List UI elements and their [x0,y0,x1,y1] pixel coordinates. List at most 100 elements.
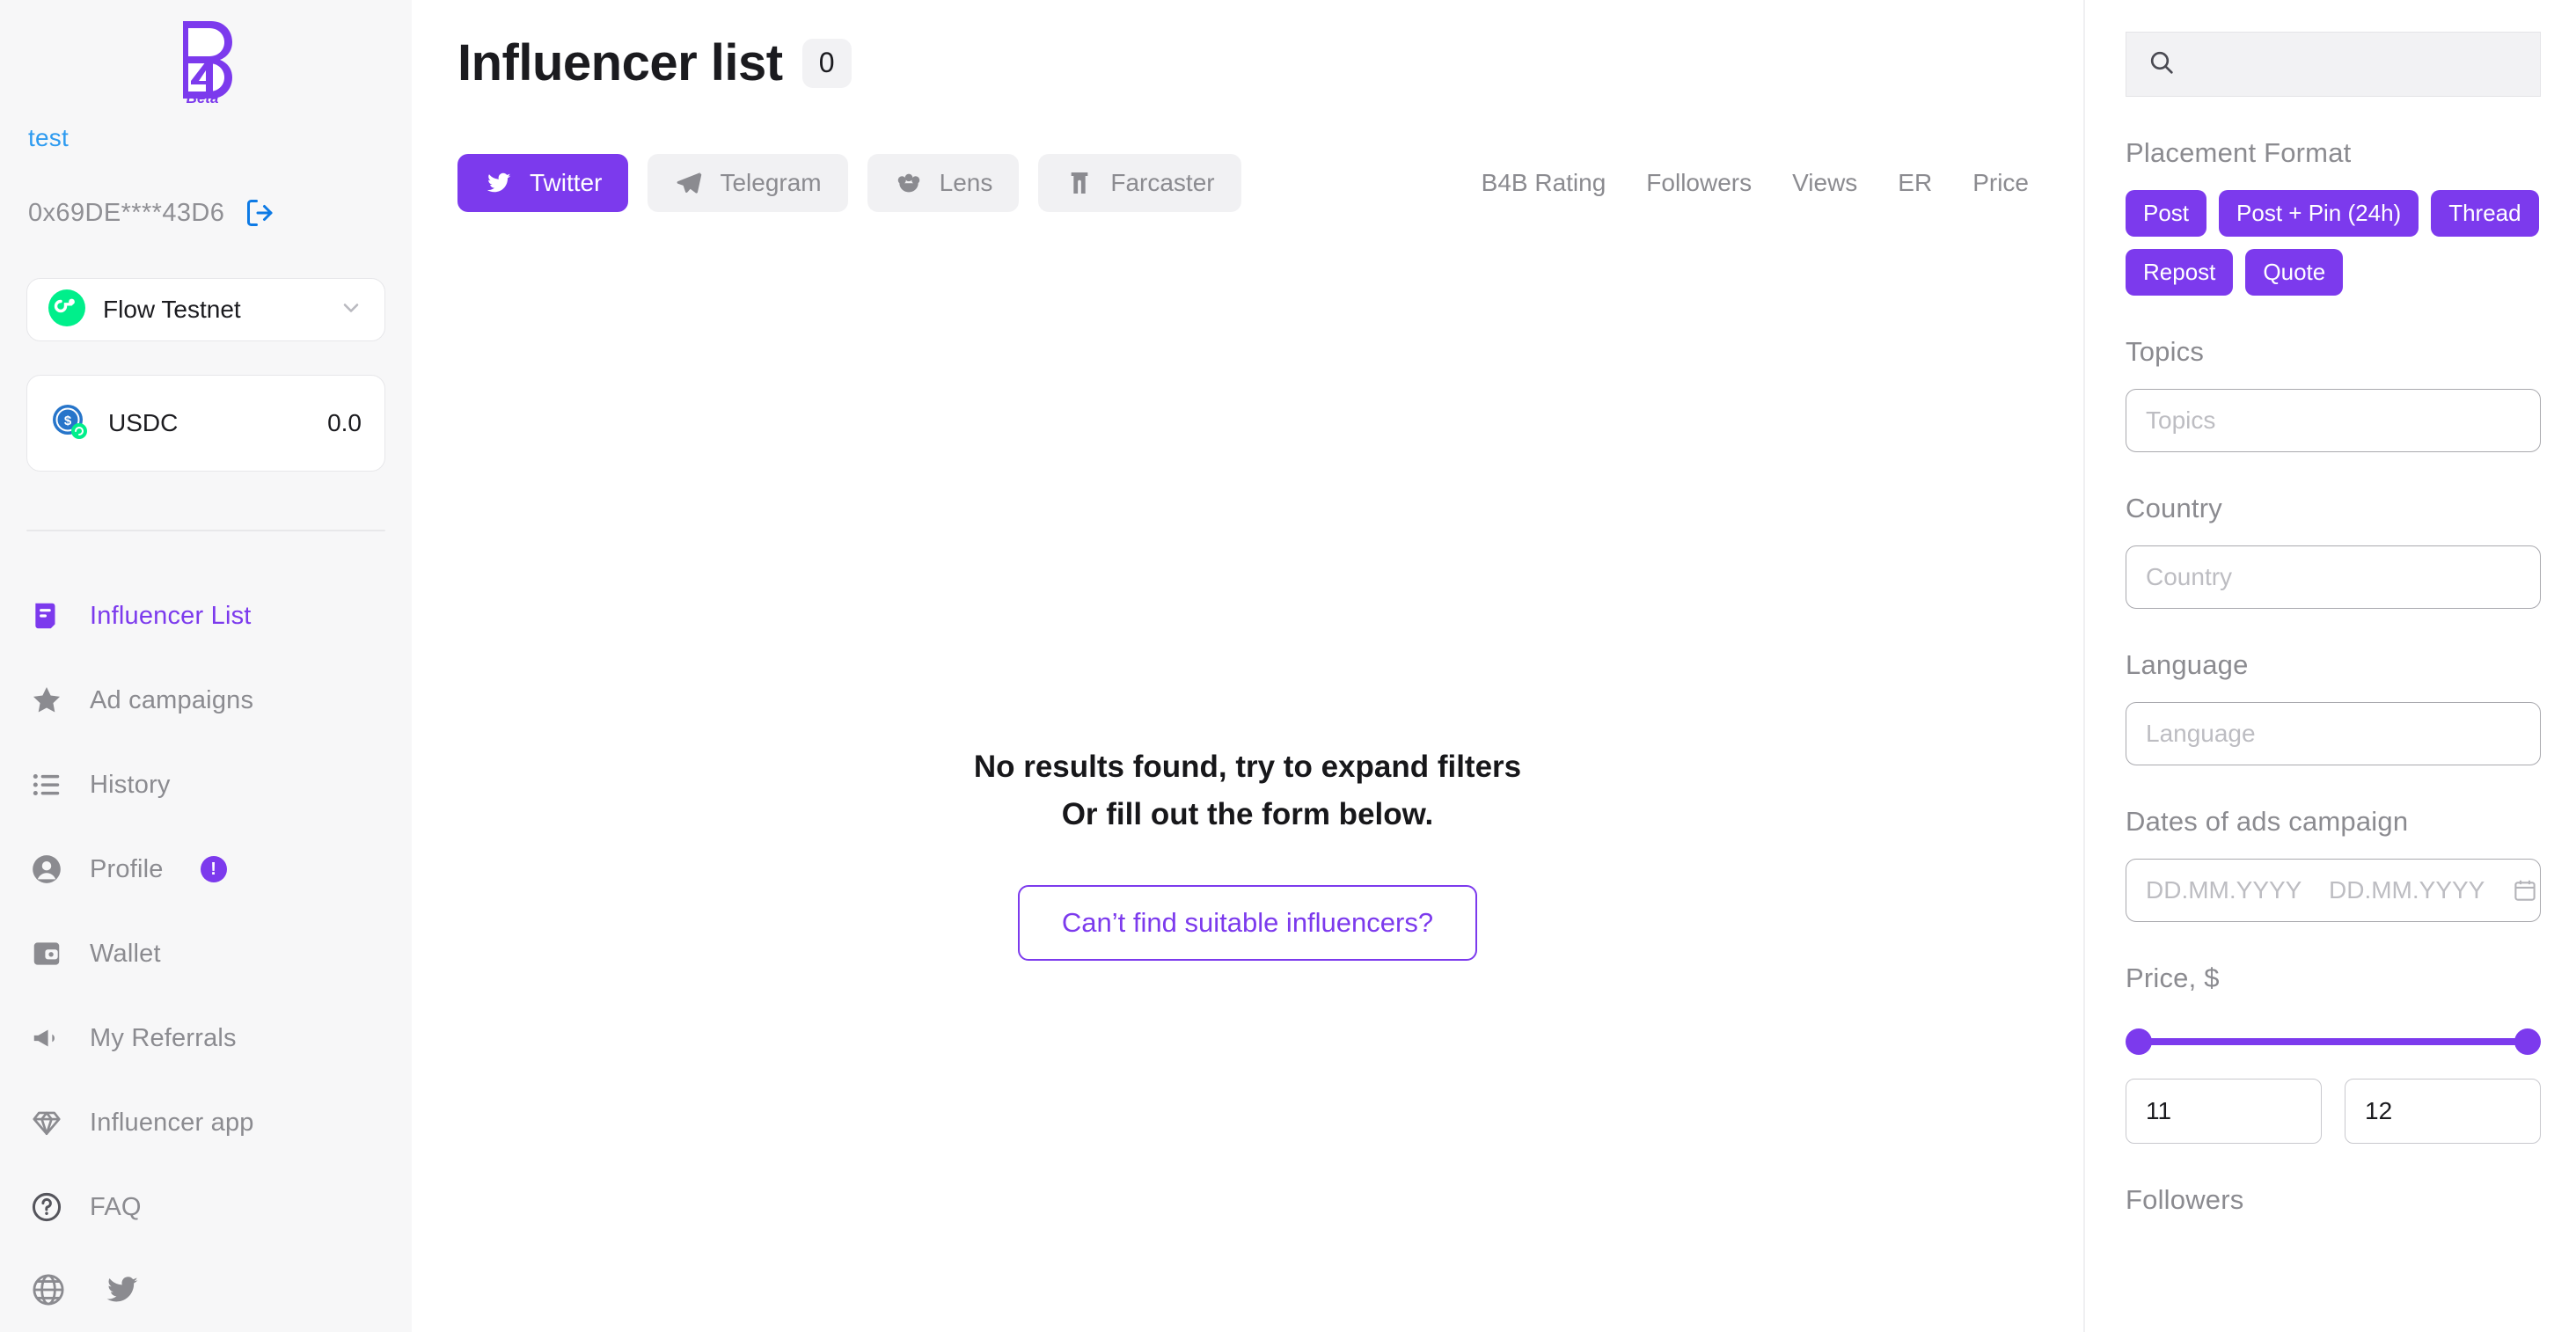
network-name: Flow Testnet [103,296,241,323]
list-bullets-icon [28,766,65,803]
sidebar-nav: Influencer List Ad campaigns History Pro… [26,574,385,1309]
twitter-bird-icon [484,168,514,198]
usdc-token-icon: $ [50,402,89,445]
sidebar-item-label: Profile [90,854,164,883]
sort-followers[interactable]: Followers [1646,169,1752,197]
sidebar-item-label: Wallet [90,939,161,968]
sidebar-item-label: Influencer app [90,1108,254,1137]
token-symbol: USDC [108,409,179,436]
sidebar-item-influencer-list[interactable]: Influencer List [26,574,385,658]
sidebar-item-wallet[interactable]: Wallet [26,911,385,996]
placement-format-label: Placement Format [2126,137,2352,168]
lens-flower-icon [894,168,924,198]
account-username[interactable]: test [28,124,385,152]
sort-b4b-rating[interactable]: B4B Rating [1482,169,1606,197]
search-input[interactable] [2192,50,2519,78]
placement-format-chips: Post Post + Pin (24h) Thread Repost Quot… [2126,190,2541,296]
topics-input[interactable] [2146,406,2521,435]
page-title: Influencer list [457,34,783,91]
diamond-icon [28,1104,65,1141]
wallet-address: 0x69DE****43D6 [28,198,225,227]
chip-repost[interactable]: Repost [2126,249,2234,296]
followers-label: Followers [2126,1184,2244,1215]
chip-quote[interactable]: Quote [2245,249,2344,296]
question-circle-icon [28,1189,65,1226]
calendar-icon[interactable] [2512,877,2538,904]
tab-lens[interactable]: Lens [867,154,1020,212]
tab-label: Lens [939,169,993,196]
price-max-field[interactable] [2345,1079,2541,1144]
price-range-slider[interactable] [2126,1015,2541,1065]
tab-telegram[interactable]: Telegram [648,154,848,212]
cant-find-influencers-button[interactable]: Can’t find suitable influencers? [1017,884,1478,961]
price-min-input[interactable] [2146,1097,2302,1125]
country-input[interactable] [2146,563,2521,591]
token-balance: 0.0 [327,409,362,436]
sidebar-item-label: History [90,770,171,799]
chip-post-pin-24h[interactable]: Post + Pin (24h) [2219,190,2419,237]
country-label: Country [2126,493,2222,523]
flow-logo-icon [48,289,85,331]
sidebar-item-label: Influencer List [90,601,252,630]
twitter-bird-icon[interactable] [104,1270,141,1309]
app-root: Beta test 0x69DE****43D6 Flow Testnet $ … [0,0,2576,1332]
tab-label: Telegram [720,169,822,196]
language-field[interactable] [2126,702,2541,765]
empty-state-line-1: No results found, try to expand filters [973,750,1522,784]
tab-twitter[interactable]: Twitter [457,154,629,212]
sidebar-item-faq[interactable]: FAQ [26,1165,385,1249]
sort-columns: B4B Rating Followers Views ER Price [1482,169,2038,197]
chevron-down-icon[interactable] [339,296,363,324]
sidebar-item-label: FAQ [90,1192,142,1221]
language-label: Language [2126,649,2249,680]
country-field[interactable] [2126,545,2541,609]
status-badge: ! [200,856,227,882]
language-input[interactable] [2146,720,2521,748]
svg-text:$: $ [64,414,72,428]
chip-thread[interactable]: Thread [2431,190,2539,237]
sort-er[interactable]: ER [1898,169,1932,197]
price-label: Price, $ [2126,962,2220,993]
sidebar-divider [26,530,385,531]
date-to-input[interactable] [2329,876,2496,904]
sidebar-item-label: Ad campaigns [90,685,254,714]
tab-label: Farcaster [1110,169,1215,196]
logout-icon[interactable] [244,196,277,230]
date-from-input[interactable] [2146,876,2313,904]
sidebar-socials [26,1270,385,1309]
wallet-address-row: 0x69DE****43D6 [28,196,385,230]
platform-tabs: Twitter Telegram Lens Farcaster B4B Rati… [457,154,2038,212]
chip-post[interactable]: Post [2126,190,2207,237]
globe-icon[interactable] [30,1270,67,1309]
token-balance-card: $ USDC 0.0 [26,375,385,472]
sidebar-item-influencer-app[interactable]: Influencer app [26,1080,385,1165]
app-logo[interactable]: Beta [26,0,385,119]
sidebar-item-profile[interactable]: Profile ! [26,827,385,911]
wallet-icon [28,935,65,972]
price-slider-min-handle[interactable] [2126,1028,2152,1055]
dates-field[interactable] [2126,859,2541,922]
sort-views[interactable]: Views [1792,169,1857,197]
sidebar-item-my-referrals[interactable]: My Referrals [26,996,385,1080]
topics-label: Topics [2126,336,2205,367]
price-slider-max-handle[interactable] [2514,1028,2541,1055]
b4-beta-logo-icon: Beta [167,16,238,104]
search-box[interactable] [2126,32,2541,97]
sidebar-item-ad-campaigns[interactable]: Ad campaigns [26,658,385,743]
farcaster-arch-icon [1065,168,1094,198]
tab-farcaster[interactable]: Farcaster [1038,154,1241,212]
sort-price[interactable]: Price [1972,169,2029,197]
main-content: Influencer list 0 Twitter Telegram Lens … [412,0,2083,1332]
list-document-icon [28,597,65,634]
topics-field[interactable] [2126,389,2541,452]
price-min-field[interactable] [2126,1079,2322,1144]
result-count-badge: 0 [801,38,852,88]
network-selector[interactable]: Flow Testnet [26,278,385,341]
page-header: Influencer list 0 [457,0,2038,92]
sidebar-item-history[interactable]: History [26,743,385,827]
megaphone-icon [28,1020,65,1057]
price-max-input[interactable] [2365,1097,2521,1125]
sidebar: Beta test 0x69DE****43D6 Flow Testnet $ … [0,0,412,1332]
empty-state: No results found, try to expand filters … [412,743,2083,961]
search-icon [2148,48,2176,81]
